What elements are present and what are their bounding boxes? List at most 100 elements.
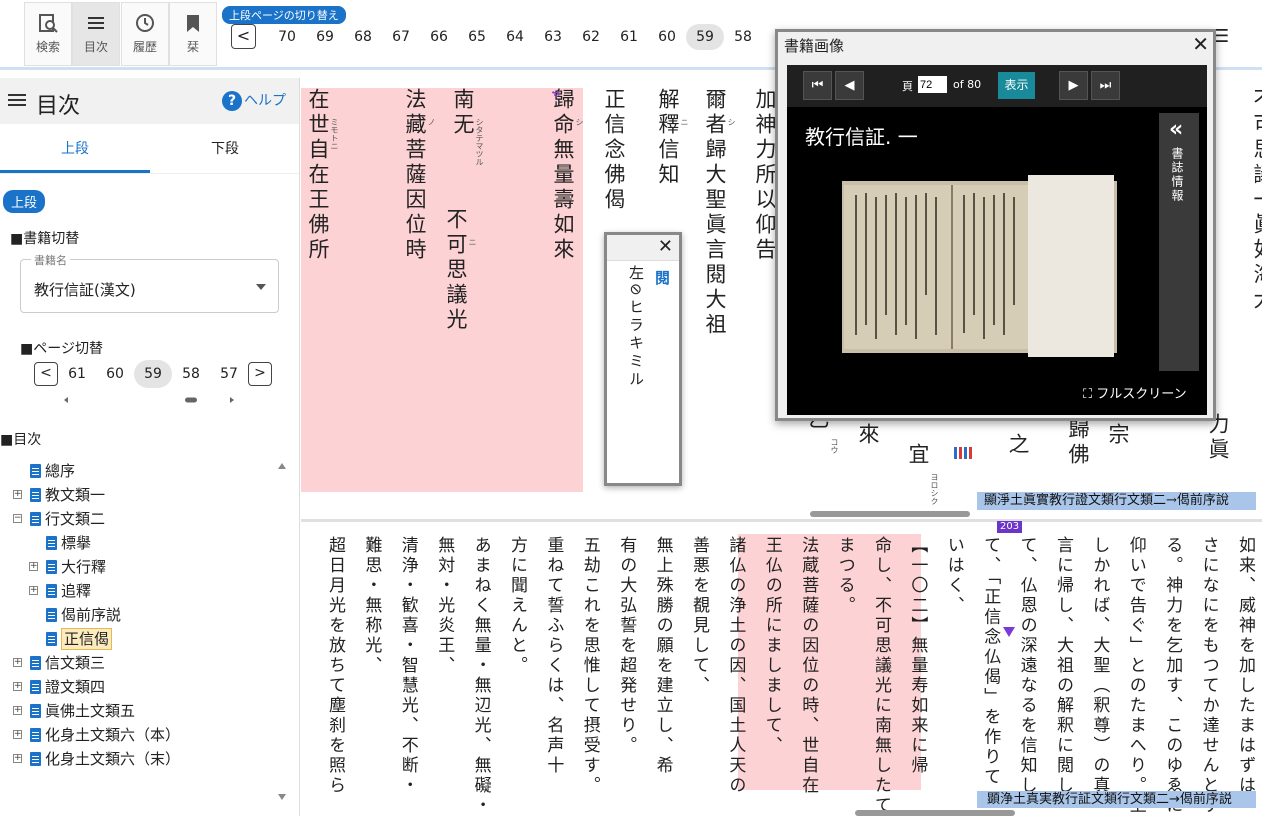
upper-text-column: 來 [856, 423, 880, 448]
toc-item[interactable]: 正信偈 [10, 627, 280, 651]
toc-item[interactable]: + 信文類三 [10, 651, 280, 675]
iiif-icon[interactable] [953, 444, 973, 460]
page-number-63[interactable]: 63 [534, 24, 572, 50]
expand-icon[interactable]: + [13, 490, 22, 499]
upper-text-column: 不可思議一眞如海大 [1251, 88, 1262, 313]
expand-icon[interactable]: + [29, 586, 38, 595]
page-number-65[interactable]: 65 [458, 24, 496, 50]
toc-item[interactable]: + 追釋 [10, 579, 280, 603]
lower-text-column: て、「正信念仏偈」を作りて [980, 536, 1001, 788]
lower-text-column: 【一〇二】無量寿如来に帰 [907, 536, 928, 776]
page-number-60[interactable]: 60 [648, 24, 686, 50]
tab-upper[interactable]: 上段 [0, 138, 150, 173]
sidebar-pager-scrollbar[interactable] [64, 396, 234, 404]
book-image-title: 書籍画像 [784, 37, 845, 55]
sidebar-page-60[interactable]: 60 [96, 360, 134, 388]
page-number-61[interactable]: 61 [610, 24, 648, 50]
help-link[interactable]: ? ヘルプ [222, 90, 286, 111]
ruby-annotation: ヨロシク [930, 473, 939, 505]
lower-text-column: しかれば、大聖（釈尊）の真 [1089, 536, 1110, 796]
ruby-annotation: ニ [680, 118, 689, 126]
document-icon [46, 608, 57, 622]
sidebar-page-prev-button[interactable]: < [34, 362, 58, 386]
expand-icon[interactable]: + [13, 658, 22, 667]
lower-text-pane: 如来、威神を加したまはずは、ま さになにをもつてか達せんとす る。神力を乞加す、この… [301, 522, 1262, 816]
first-page-button[interactable]: ⏮ [803, 71, 832, 100]
bibliographic-info-panel[interactable]: « 書誌情報 [1159, 113, 1199, 371]
lower-footer-breadcrumb: 顕浄土真実教行証文類行文類二→偈前序説 [977, 791, 1256, 808]
toc-item[interactable]: + 證文類四 [10, 675, 280, 699]
book-select[interactable]: 書籍名 教行信証(漢文) [20, 252, 279, 313]
toc-item[interactable]: + 教文類一 [10, 483, 280, 507]
page-number-58[interactable]: 58 [724, 24, 762, 50]
close-icon[interactable]: ✕ [1192, 32, 1209, 56]
tab-lower[interactable]: 下段 [150, 138, 300, 158]
show-button[interactable]: 表示 [998, 72, 1035, 99]
book-section-title: ■書籍切替 [10, 231, 80, 247]
sidebar-page-58[interactable]: 58 [172, 360, 210, 388]
ruby-annotation: シタテマツル [475, 118, 484, 166]
page-prev-button[interactable]: < [231, 24, 256, 49]
document-icon [30, 728, 41, 742]
toc-item[interactable]: 標擧 [10, 531, 280, 555]
toc-item-label: 化身土文類六（末） [45, 750, 181, 768]
bookmark-button-label: 栞 [186, 40, 199, 54]
toc-scrollbar[interactable] [276, 459, 288, 804]
next-page-button[interactable]: ▶ [1059, 71, 1088, 100]
expand-icon[interactable]: + [29, 562, 38, 571]
page-number-59[interactable]: 59 [686, 24, 724, 50]
toc-item[interactable]: 偈前序説 [10, 603, 280, 627]
last-page-button[interactable]: ⏭ [1091, 71, 1120, 100]
lower-text-column: る。神力を乞加す、このゆゑに [1162, 536, 1183, 816]
lower-text-column: 法蔵菩薩の因位の時、世自在 [798, 536, 819, 796]
toc-item[interactable]: + 化身土文類六（末） [10, 747, 280, 771]
page-number-67[interactable]: 67 [382, 24, 420, 50]
close-icon[interactable]: ✕ [658, 236, 673, 257]
sidebar-page-59[interactable]: 59 [134, 360, 172, 388]
fullscreen-button[interactable]: ⛶ フルスクリーン [1083, 383, 1187, 402]
toc-item[interactable]: + 化身土文類六（本） [10, 723, 280, 747]
marker-triangle-icon [1003, 627, 1015, 637]
page-total: of 80 [953, 78, 982, 91]
toc-button[interactable]: 目次 [72, 2, 120, 66]
page-number-69[interactable]: 69 [306, 24, 344, 50]
toc-item[interactable]: + 眞佛土文類五 [10, 699, 280, 723]
upper-footer-breadcrumb: 顯淨土眞實教行證文類行文類二→偈前序說 [977, 492, 1256, 510]
toc-item-label: 偈前序説 [61, 606, 122, 624]
page-input[interactable] [918, 76, 947, 93]
sidebar-page-next-button[interactable]: > [248, 362, 272, 386]
lower-scrollbar[interactable] [855, 810, 1015, 816]
search-doc-icon [39, 14, 58, 33]
sidebar-page-57[interactable]: 57 [210, 360, 248, 388]
prev-page-button[interactable]: ◀ [835, 71, 864, 100]
document-icon [46, 536, 57, 550]
toc-item[interactable]: − 行文類二 [10, 507, 280, 531]
page-number-66[interactable]: 66 [420, 24, 458, 50]
sidebar-page-61[interactable]: 61 [58, 360, 96, 388]
document-icon [46, 584, 57, 598]
image-viewer: ⏮ ◀ 頁 of 80 表示 ▶ ⏭ 教行信証. 一 « 書誌情報 [787, 65, 1207, 415]
page-number-62[interactable]: 62 [572, 24, 610, 50]
page-number-64[interactable]: 64 [496, 24, 534, 50]
collapse-icon[interactable]: − [13, 514, 22, 523]
toc-item[interactable]: + 大行釋 [10, 555, 280, 579]
search-button-label: 検索 [35, 40, 60, 54]
page-number-68[interactable]: 68 [344, 24, 382, 50]
toc-button-label: 目次 [83, 40, 108, 54]
upper-scrollbar[interactable] [810, 511, 970, 517]
search-button[interactable]: 検索 [24, 2, 72, 66]
page-number-70[interactable]: 70 [268, 24, 306, 50]
fullscreen-label: フルスクリーン [1096, 387, 1187, 402]
history-button[interactable]: 履歴 [121, 2, 169, 66]
expand-icon[interactable]: + [13, 682, 22, 691]
lower-text-column: 難思・無称光、 [361, 536, 382, 676]
list-icon [8, 94, 26, 106]
expand-icon[interactable]: + [13, 706, 22, 715]
page-number-list: 70 69 68 67 66 65 64 63 62 61 60 59 58 [268, 24, 762, 50]
toc-item[interactable]: 總序 [10, 459, 280, 483]
list-icon [88, 17, 104, 29]
expand-icon[interactable]: + [13, 754, 22, 763]
upper-text-column: 宗 [1106, 423, 1130, 448]
expand-icon[interactable]: + [13, 730, 22, 739]
bookmark-button[interactable]: 栞 [169, 2, 217, 66]
